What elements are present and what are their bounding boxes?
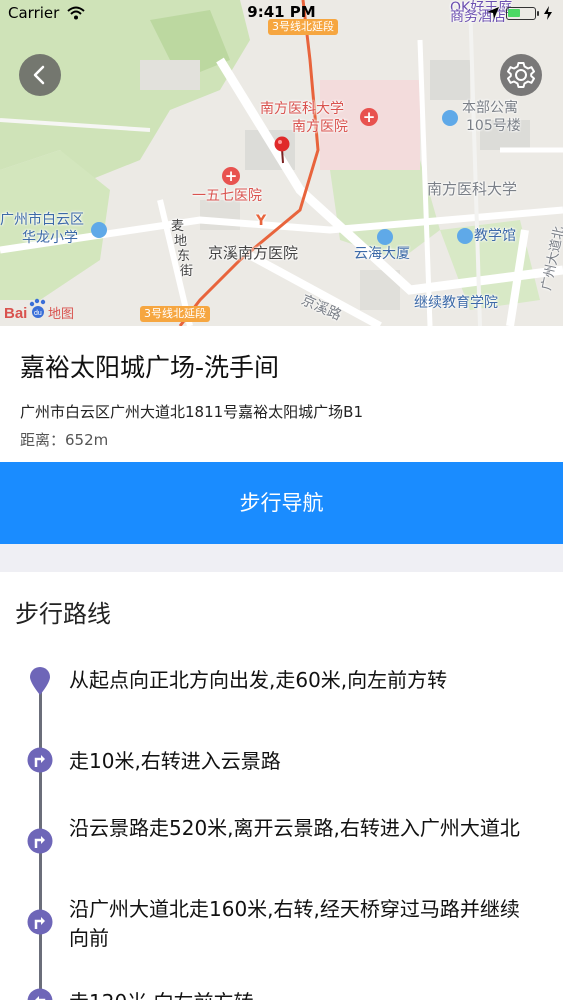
route-section-title: 步行路线 xyxy=(15,600,111,628)
map-poi-label: 南方医科大学 xyxy=(260,101,344,117)
place-distance: 距离：652m xyxy=(20,429,108,450)
route-step-text: 走120米,向左前方转 xyxy=(69,988,539,1000)
metro-line-label: 3号线北延段 xyxy=(140,306,210,322)
battery-icon xyxy=(506,7,536,20)
distance-value: 652m xyxy=(65,431,109,449)
map-poi-label: 继续教育学院 xyxy=(414,295,498,311)
street-label: 地 xyxy=(174,234,188,249)
building-icon xyxy=(457,228,473,244)
location-arrow-icon xyxy=(487,7,499,19)
back-button[interactable] xyxy=(19,54,61,96)
svg-text:du: du xyxy=(34,310,42,317)
route-step-text: 走10米,右转进入云景路 xyxy=(69,749,281,773)
street-label: 街 xyxy=(180,264,194,279)
battery-tip xyxy=(537,11,539,16)
hospital-icon: + xyxy=(360,108,378,126)
building-icon xyxy=(442,110,458,126)
chevron-left-icon xyxy=(33,65,45,85)
baidu-map-logo: Bai du 地图 xyxy=(4,296,79,322)
hospital-icon: + xyxy=(222,167,240,185)
gear-icon xyxy=(507,62,535,88)
map-poi-label: 华龙小学 xyxy=(22,230,78,246)
svg-text:Bai: Bai xyxy=(4,305,27,322)
map-poi-label: 广州市白云区 xyxy=(0,212,84,228)
turn-right-icon xyxy=(27,747,53,773)
map-view[interactable]: 3号线北延段 3号线北延段 OK好王庭 商务酒店 南方医科大学 南方医院 + 本… xyxy=(0,0,563,326)
destination-pin-icon[interactable] xyxy=(273,135,291,165)
status-bar: Carrier 9:41 PM xyxy=(0,0,563,26)
map-poi-label: 一五七医院 xyxy=(192,188,262,204)
map-poi-label: 教学馆 xyxy=(474,228,516,244)
school-icon xyxy=(91,222,107,238)
route-step-text: 沿广州大道北走160米,右转,经天桥穿过马路并继续向前 xyxy=(69,897,520,950)
start-pin-icon xyxy=(30,667,50,695)
svg-text:地图: 地图 xyxy=(48,307,74,322)
distance-label: 距离： xyxy=(20,431,66,449)
street-label: 麦 xyxy=(171,219,185,234)
street-label: 东 xyxy=(177,249,191,264)
building-icon xyxy=(377,229,393,245)
section-divider xyxy=(0,544,563,572)
charging-icon xyxy=(544,6,552,20)
map-poi-label: 南方医院 xyxy=(292,119,348,135)
turn-left-icon xyxy=(27,988,53,1000)
map-poi-label: 南方医科大学 xyxy=(427,180,518,198)
clock: 9:41 PM xyxy=(247,3,316,21)
place-title: 嘉裕太阳城广场-洗手间 xyxy=(20,353,280,382)
turn-right-icon xyxy=(27,909,53,935)
map-poi-label: 京溪南方医院 xyxy=(208,244,299,262)
place-address: 广州市白云区广州大道北1811号嘉裕太阳城广场B1 xyxy=(20,403,364,421)
route-step-text: 沿云景路走520米,离开云景路,右转进入广州大道北 xyxy=(69,816,520,840)
map-poi-label: 105号楼 xyxy=(466,118,521,134)
metro-station-icon: Y xyxy=(256,213,267,229)
map-poi-label: 云海大厦 xyxy=(354,246,410,262)
walk-navigation-button[interactable]: 步行导航 xyxy=(0,462,563,544)
map-poi-label: 本部公寓 xyxy=(462,100,518,116)
settings-button[interactable] xyxy=(500,54,542,96)
turn-right-icon xyxy=(27,828,53,854)
route-step-text: 从起点向正北方向出发,走60米,向左前方转 xyxy=(69,668,448,692)
